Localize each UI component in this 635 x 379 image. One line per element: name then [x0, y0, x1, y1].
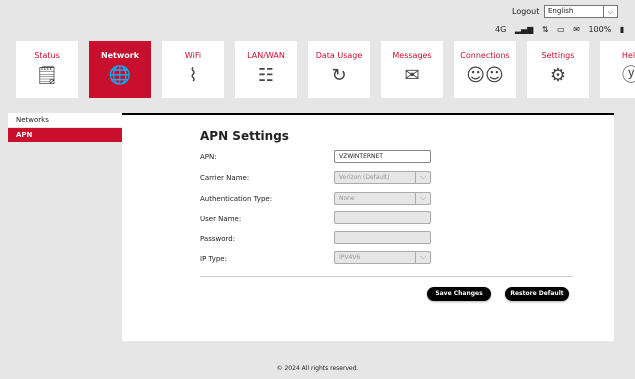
data-arrows-icon: ⇅	[541, 25, 549, 34]
help-icon: ⓨ	[622, 65, 635, 86]
logout-link[interactable]: Logout	[512, 7, 539, 16]
globe-icon: 🌐	[108, 65, 132, 86]
chevron-down-icon: ⌵	[415, 193, 430, 204]
nav-messages[interactable]: Messages ✉	[381, 41, 443, 98]
nav-connections-label: Connections	[460, 51, 510, 60]
sidebar-item-apn[interactable]: APN	[8, 128, 122, 142]
status-bar: 4G ▂▄▆ ⇅ ▭ ✉ 100% ▮	[495, 25, 630, 34]
user-name-label: User Name:	[200, 215, 242, 223]
nav-settings-label: Settings	[541, 51, 575, 60]
chevron-down-icon: ⌵	[415, 172, 430, 183]
signal-icon: ▂▄▆	[514, 25, 534, 34]
users-icon: ☺☺	[466, 65, 504, 86]
nav-status-label: Status	[34, 51, 60, 60]
battery-percent: 100%	[588, 25, 612, 34]
content-panel	[122, 113, 614, 341]
nav-lan-wan-label: LAN/WAN	[247, 51, 285, 60]
password-input	[334, 231, 431, 244]
message-icon: ✉	[573, 25, 580, 34]
nav-help-label: Help	[621, 51, 635, 60]
battery-icon: ▮	[619, 25, 625, 34]
nav-network-label: Network	[100, 51, 140, 60]
save-changes-button[interactable]: Save Changes	[427, 287, 491, 301]
nav-wifi[interactable]: WiFi ⌇	[162, 41, 224, 98]
main-nav: Status 🗒 Network 🌐 WiFi ⌇ LAN/WAN ☷ Data…	[16, 41, 635, 98]
gear-icon: ⚙	[549, 65, 567, 86]
sidebar: Networks APN	[8, 113, 122, 143]
nav-connections[interactable]: Connections ☺☺	[454, 41, 516, 98]
nav-help[interactable]: Help ⓨ	[600, 41, 635, 98]
auth-type-value: None	[339, 195, 355, 202]
network-icon: ☷	[257, 65, 275, 86]
status-icon: 🗒	[35, 65, 59, 86]
nav-messages-label: Messages	[392, 51, 432, 60]
nav-network[interactable]: Network 🌐	[89, 41, 151, 98]
nav-wifi-label: WiFi	[184, 51, 202, 60]
nav-data-usage-label: Data Usage	[315, 51, 363, 60]
ip-type-select: IPV4V6 ⌵	[334, 251, 431, 264]
ip-type-value: IPV4V6	[339, 254, 361, 261]
carrier-name-label: Carrier Name:	[200, 174, 250, 182]
footer-text: © 2024 All rights reserved.	[276, 365, 359, 372]
sidebar-item-networks[interactable]: Networks	[8, 113, 122, 127]
page-title: APN Settings	[200, 129, 289, 143]
apn-label: APN:	[200, 153, 217, 161]
carrier-name-select: Verizon (Default) ⌵	[334, 171, 431, 184]
auth-type-label: Authentication Type:	[200, 195, 273, 203]
nav-settings[interactable]: Settings ⚙	[527, 41, 589, 98]
envelope-icon: ✉	[404, 65, 420, 86]
language-selected: English	[548, 7, 574, 15]
network-type: 4G	[495, 25, 507, 34]
nav-lan-wan[interactable]: LAN/WAN ☷	[235, 41, 297, 98]
password-label: Password:	[200, 235, 236, 243]
chevron-down-icon: ⌵	[415, 252, 430, 263]
nav-data-usage[interactable]: Data Usage ↻	[308, 41, 370, 98]
chevron-down-icon: ⌵	[603, 6, 617, 17]
screen-icon: ▭	[557, 25, 565, 34]
data-usage-icon: ↻	[331, 65, 347, 86]
carrier-name-value: Verizon (Default)	[339, 174, 390, 181]
wifi-icon: ⌇	[188, 65, 198, 86]
language-select[interactable]: English ⌵	[544, 5, 618, 18]
ip-type-label: IP Type:	[200, 255, 227, 263]
auth-type-select: None ⌵	[334, 192, 431, 205]
apn-input[interactable]: VZWINTERNET	[334, 150, 431, 163]
user-name-input	[334, 211, 431, 224]
nav-status[interactable]: Status 🗒	[16, 41, 78, 98]
restore-default-button[interactable]: Restore Default	[505, 287, 569, 301]
form-divider	[200, 276, 573, 277]
